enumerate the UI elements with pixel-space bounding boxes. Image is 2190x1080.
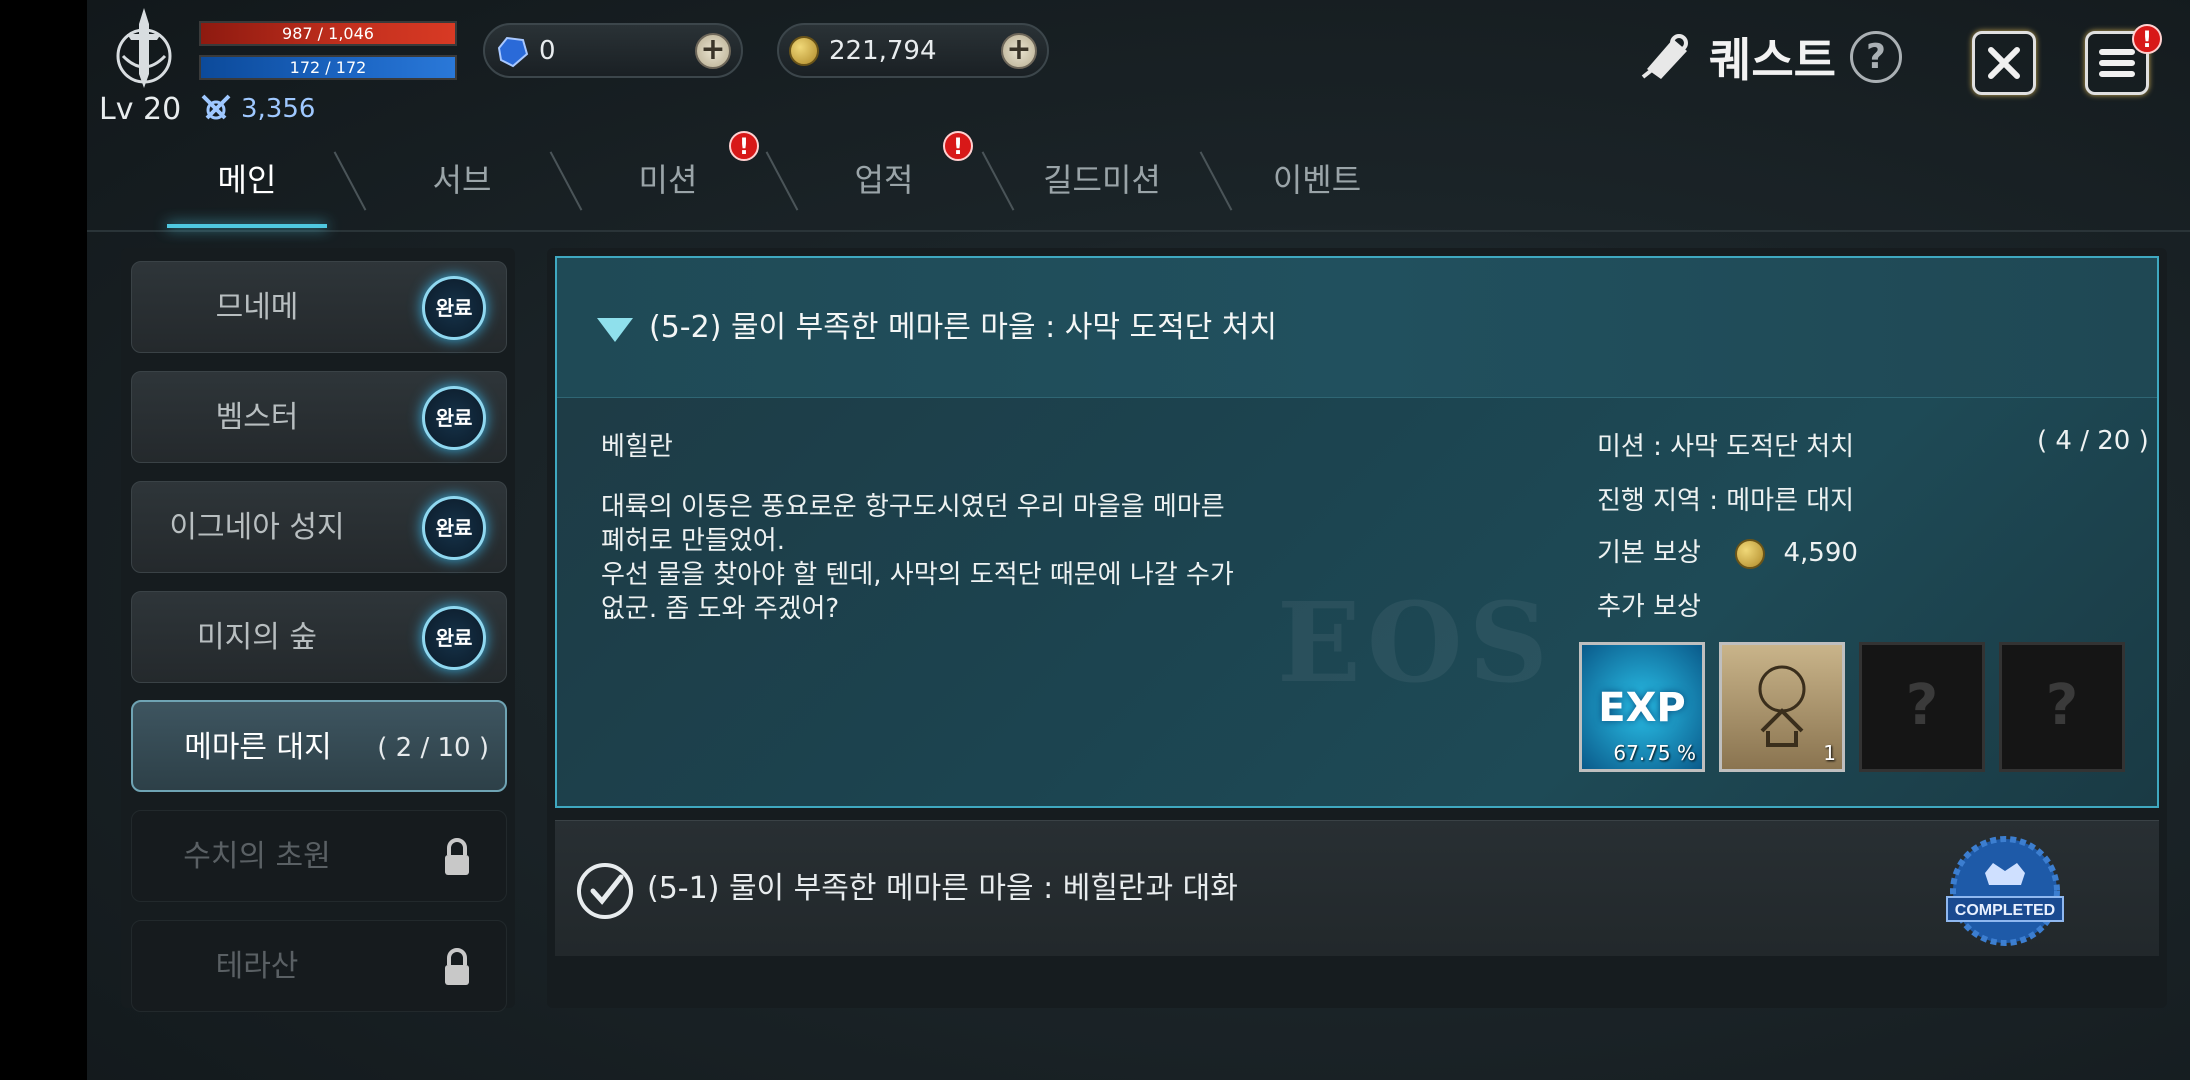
completed-stamp-icon: COMPLETED [1946, 836, 2064, 946]
tab-separator [981, 151, 1015, 211]
region-name: 므네메 [215, 290, 299, 325]
region-name: 벰스터 [215, 400, 299, 435]
close-icon [1988, 47, 2020, 79]
add-gem-button[interactable]: + [695, 32, 731, 69]
scroll-count: 1 [1823, 741, 1836, 765]
close-button[interactable] [1972, 31, 2036, 95]
extra-reward-label: 추가 보상 [1597, 592, 1701, 622]
combat-power-value: 3,356 [241, 94, 316, 124]
hp-bar: 987 / 1,046 [199, 21, 457, 46]
base-reward-label: 기본 보상 [1597, 538, 1701, 568]
complete-badge: 완료 [422, 276, 486, 340]
achievement-alert-badge: ! [943, 131, 973, 161]
base-reward: 기본 보상 4,590 [1597, 532, 1858, 569]
tab-guild-mission[interactable]: 길드미션 [1012, 140, 1192, 220]
complete-badge: 완료 [422, 496, 486, 560]
completed-quest-title: (5-1) 물이 부족한 메마른 마을 : 베힐란과 대화 [647, 871, 1238, 906]
region-name: 수치의 초원 [183, 839, 331, 874]
region-item[interactable]: 이그네아 성지 완료 [131, 481, 507, 573]
tab-divider [87, 230, 2190, 232]
region-item[interactable]: 미지의 숲 완료 [131, 591, 507, 683]
quest-screen: Lv 20 987 / 1,046 172 / 172 3,356 0 + 22… [87, 0, 2190, 1080]
lock-icon [445, 838, 469, 875]
lock-icon [445, 948, 469, 985]
exp-label: EXP [1598, 685, 1686, 731]
class-emblem-icon[interactable] [109, 4, 179, 94]
gold-currency: 221,794 + [777, 23, 1049, 78]
collapse-triangle-icon[interactable] [597, 318, 633, 342]
base-reward-value: 4,590 [1783, 538, 1858, 568]
page-title: 퀘스트 [1709, 33, 1836, 87]
complete-badge: 완료 [422, 386, 486, 450]
stamp-label: COMPLETED [1955, 902, 2055, 919]
region-item[interactable]: 벰스터 완료 [131, 371, 507, 463]
gem-amount: 0 [539, 35, 556, 66]
add-gold-button[interactable]: + [1001, 32, 1037, 69]
mystery-box-icon: ? [2045, 673, 2079, 738]
mystery-reward-slot[interactable]: ? [1859, 642, 1985, 772]
quest-title: (5-2) 물이 부족한 메마른 마을 : 사막 도적단 처치 [649, 310, 1278, 345]
tab-sub[interactable]: 서브 [372, 140, 552, 220]
quest-header-row[interactable]: (5-2) 물이 부족한 메마른 마을 : 사막 도적단 처치 [557, 258, 2157, 398]
tab-separator [333, 151, 367, 211]
mystery-reward-slot[interactable]: ? [1999, 642, 2125, 772]
region-name: 테라산 [215, 949, 299, 984]
mp-bar: 172 / 172 [199, 55, 457, 80]
tab-event[interactable]: 이벤트 [1227, 140, 1407, 220]
tab-active-indicator [167, 224, 327, 228]
combat-power: 3,356 [199, 92, 315, 126]
gem-icon [497, 36, 529, 67]
region-progress: ( 2 / 10 ) [377, 733, 489, 763]
region-name: 메마른 대지 [184, 730, 332, 765]
mission-alert-badge: ! [729, 131, 759, 161]
region-item-locked[interactable]: 수치의 초원 [131, 810, 507, 902]
gold-amount: 221,794 [829, 35, 937, 66]
swords-icon [201, 94, 231, 120]
checkmark-icon [577, 863, 633, 919]
region-item-locked[interactable]: 테라산 [131, 920, 507, 1012]
quest-region: 진행 지역 : 메마른 대지 [1597, 486, 1855, 516]
region-name: 이그네아 성지 [169, 510, 345, 545]
region-name: 미지의 숲 [197, 620, 317, 655]
quest-dialog: 대륙의 이동은 풍요로운 항구도시였던 우리 마을을 메마른 폐허로 만들었어.… [601, 492, 1234, 624]
scroll-icon [1641, 34, 1688, 79]
gold-coin-icon [1735, 538, 1766, 569]
mystery-box-icon: ? [1905, 673, 1939, 738]
completed-quest-row[interactable]: (5-1) 물이 부족한 메마른 마을 : 베힐란과 대화 COMPLETED [555, 820, 2159, 956]
help-button[interactable]: ? [1849, 31, 1902, 83]
quest-header: 퀘스트 ? [1639, 24, 1902, 90]
menu-alert-badge: ! [2132, 24, 2162, 54]
npc-name: 베힐란 [601, 432, 673, 462]
player-level: Lv 20 [99, 92, 182, 127]
scroll-reward-slot[interactable]: 1 [1719, 642, 1845, 772]
exp-reward-slot[interactable]: EXP 67.75 % [1579, 642, 1705, 772]
current-quest-card: (5-2) 물이 부족한 메마른 마을 : 사막 도적단 처치 EOS 베힐란 … [555, 256, 2159, 808]
mission-objective: 미션 : 사막 도적단 처치 [1597, 432, 1855, 462]
tab-main[interactable]: 메인 [157, 140, 337, 220]
complete-badge: 완료 [422, 606, 486, 670]
gold-coin-icon [789, 35, 819, 66]
gem-currency: 0 + [483, 23, 743, 78]
mission-count: ( 4 / 20 ) [2037, 426, 2149, 456]
region-item[interactable]: 므네메 완료 [131, 261, 507, 353]
region-item-active[interactable]: 메마른 대지 ( 2 / 10 ) [131, 700, 507, 792]
exp-percent: 67.75 % [1613, 741, 1696, 765]
